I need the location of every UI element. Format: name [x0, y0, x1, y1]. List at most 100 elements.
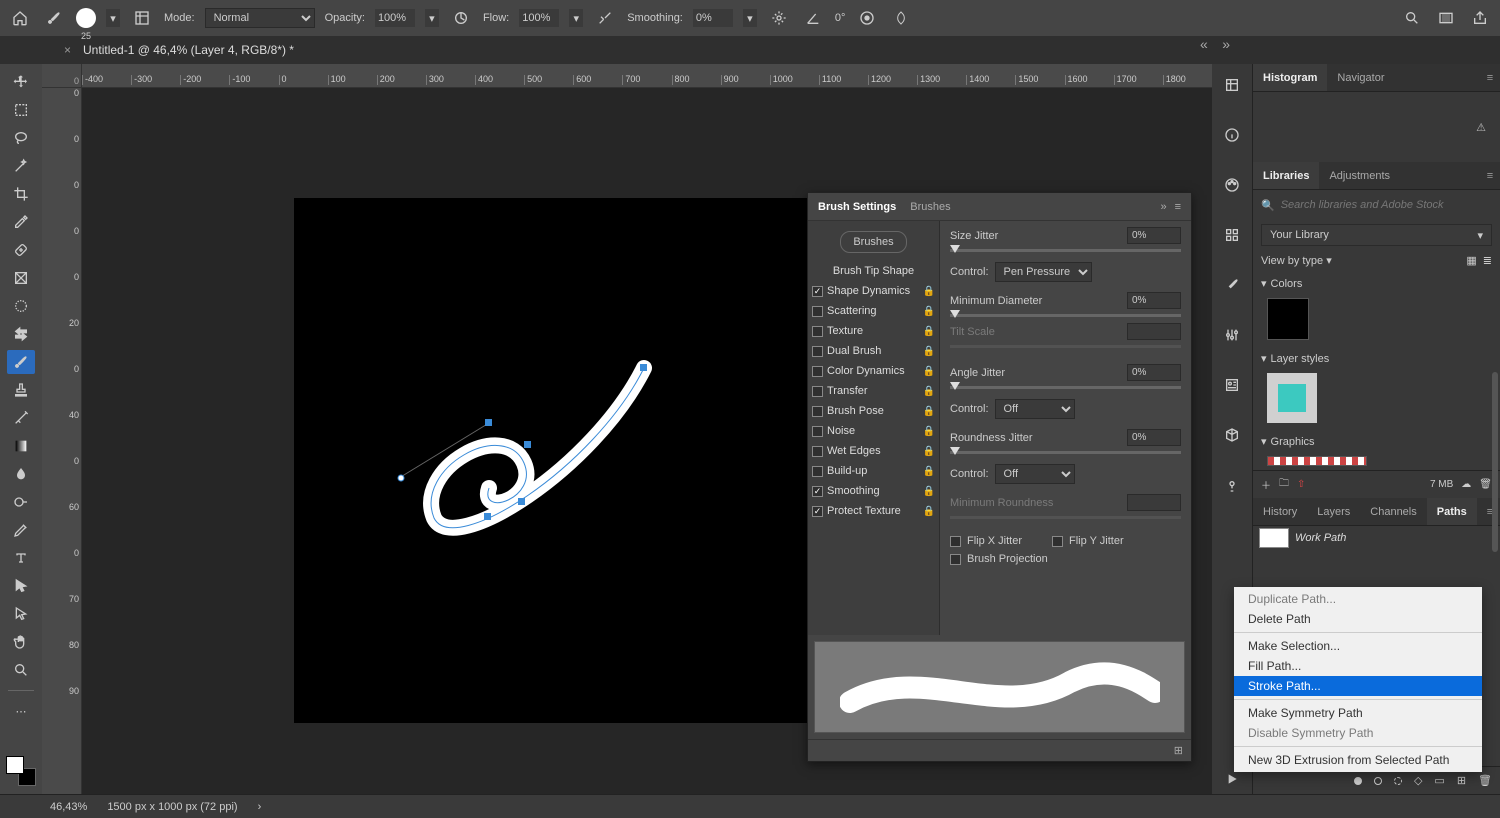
- lock-icon[interactable]: 🔒: [923, 306, 935, 317]
- checkbox[interactable]: [812, 426, 823, 437]
- brush-option-texture[interactable]: Texture🔒: [808, 321, 939, 341]
- info-panel-icon[interactable]: [1220, 120, 1244, 150]
- lock-icon[interactable]: 🔒: [923, 346, 935, 357]
- brush-option-build-up[interactable]: Build-up🔒: [808, 461, 939, 481]
- grid-view-icon[interactable]: ▦: [1466, 254, 1476, 267]
- learn-panel-icon[interactable]: [1220, 470, 1244, 500]
- selection-from-path-icon[interactable]: [1394, 777, 1402, 785]
- layer-style-item[interactable]: [1267, 373, 1317, 423]
- checkbox[interactable]: [812, 486, 823, 497]
- selection-tool[interactable]: [7, 294, 35, 318]
- brush-tip-shape[interactable]: Brush Tip Shape: [808, 257, 939, 281]
- view-by-label[interactable]: View by type: [1261, 255, 1323, 267]
- opacity-input[interactable]: [375, 9, 415, 27]
- checkbox[interactable]: [812, 306, 823, 317]
- zoom-tool[interactable]: [7, 658, 35, 682]
- character-panel-icon[interactable]: [1220, 370, 1244, 400]
- brushes-panel-icon[interactable]: [1220, 270, 1244, 300]
- canvas[interactable]: [294, 198, 844, 723]
- ruler-vertical[interactable]: 00000200400600708090: [42, 88, 82, 794]
- work-path-row[interactable]: Work Path: [1253, 526, 1500, 550]
- dodge-tool[interactable]: [7, 490, 35, 514]
- lock-icon[interactable]: 🔒: [923, 446, 935, 457]
- tab-libraries[interactable]: Libraries: [1253, 162, 1319, 189]
- adjustments-panel-icon[interactable]: [1220, 320, 1244, 350]
- graphics-section[interactable]: ▾Graphics: [1253, 429, 1500, 454]
- blur-tool[interactable]: [7, 462, 35, 486]
- 3d-panel-icon[interactable]: [1220, 420, 1244, 450]
- stamp-tool[interactable]: [7, 378, 35, 402]
- document-tab[interactable]: × Untitled-1 @ 46,4% (Layer 4, RGB/8*) *: [54, 39, 304, 61]
- path-select-tool[interactable]: [7, 574, 35, 598]
- graphics-item[interactable]: [1267, 456, 1367, 466]
- checkbox[interactable]: [812, 286, 823, 297]
- scrollbar[interactable]: [1492, 372, 1498, 552]
- lock-icon[interactable]: 🔒: [923, 426, 935, 437]
- brush-option-noise[interactable]: Noise🔒: [808, 421, 939, 441]
- new-preset-icon[interactable]: ⊞: [1174, 744, 1183, 757]
- close-tab-icon[interactable]: ×: [64, 43, 71, 57]
- ctx-make-selection[interactable]: Make Selection...: [1234, 636, 1482, 656]
- min-diameter-slider[interactable]: [950, 314, 1181, 317]
- brush-panel-icon[interactable]: [130, 6, 154, 30]
- panel-menu-icon[interactable]: ≡: [1480, 64, 1500, 91]
- library-select[interactable]: Your Library▾: [1261, 224, 1492, 246]
- ctx-delete-path[interactable]: Delete Path: [1234, 609, 1482, 629]
- tab-history[interactable]: History: [1253, 498, 1307, 525]
- swatches-panel-icon[interactable]: [1220, 220, 1244, 250]
- panel-menu-icon[interactable]: ≡: [1480, 162, 1500, 189]
- lock-icon[interactable]: 🔒: [923, 506, 935, 517]
- mask-icon[interactable]: ▭: [1434, 774, 1444, 787]
- symmetry-icon[interactable]: [889, 6, 913, 30]
- tab-adjustments[interactable]: Adjustments: [1319, 162, 1400, 189]
- hand-tool[interactable]: [7, 630, 35, 654]
- warning-icon[interactable]: ⚠: [1476, 121, 1486, 134]
- brush-icon[interactable]: [42, 6, 66, 30]
- chevron-down-icon[interactable]: ▾: [569, 9, 583, 27]
- expand-left-icon[interactable]: «: [1200, 36, 1208, 52]
- lock-icon[interactable]: 🔒: [923, 366, 935, 377]
- edit-toolbar-icon[interactable]: ⋯: [7, 699, 35, 723]
- size-jitter-slider[interactable]: [950, 249, 1181, 252]
- ctx-fill-path[interactable]: Fill Path...: [1234, 656, 1482, 676]
- direct-select-tool[interactable]: [7, 602, 35, 626]
- colors-section[interactable]: ▾Colors: [1253, 271, 1500, 296]
- ctx-stroke-path[interactable]: Stroke Path...: [1234, 676, 1482, 696]
- tab-brushes[interactable]: Brushes: [910, 201, 950, 213]
- list-view-icon[interactable]: ≣: [1483, 254, 1492, 267]
- pressure-opacity-icon[interactable]: [449, 6, 473, 30]
- brush-option-brush-pose[interactable]: Brush Pose🔒: [808, 401, 939, 421]
- roundness-jitter-slider[interactable]: [950, 451, 1181, 454]
- move-tool[interactable]: [7, 70, 35, 94]
- tab-brush-settings[interactable]: Brush Settings: [818, 201, 896, 213]
- trash-icon[interactable]: 🗑: [1479, 479, 1492, 490]
- zoom-level[interactable]: 46,43%: [50, 801, 87, 813]
- ctx-make-symmetry[interactable]: Make Symmetry Path: [1234, 703, 1482, 723]
- collapse-icon[interactable]: »: [1160, 201, 1166, 213]
- lock-icon[interactable]: 🔒: [923, 466, 935, 477]
- brush-option-wet-edges[interactable]: Wet Edges🔒: [808, 441, 939, 461]
- brush-preview[interactable]: 25: [76, 8, 96, 28]
- lock-icon[interactable]: 🔒: [923, 326, 935, 337]
- tab-histogram[interactable]: Histogram: [1253, 64, 1327, 91]
- checkbox[interactable]: [812, 506, 823, 517]
- trash-icon[interactable]: 🗑: [1478, 774, 1492, 787]
- control-select-3[interactable]: Off: [995, 464, 1075, 484]
- frame-tool[interactable]: [7, 266, 35, 290]
- airbrush-icon[interactable]: [593, 6, 617, 30]
- flow-input[interactable]: [519, 9, 559, 27]
- angle-jitter-value[interactable]: 0%: [1127, 364, 1181, 381]
- color-panel-icon[interactable]: [1220, 170, 1244, 200]
- folder-icon[interactable]: 🗀: [1279, 476, 1289, 493]
- document-dimensions[interactable]: 1500 px x 1000 px (72 ppi): [107, 801, 237, 813]
- brush-tool[interactable]: [7, 350, 35, 374]
- properties-panel-icon[interactable]: [1220, 70, 1244, 100]
- brush-option-transfer[interactable]: Transfer🔒: [808, 381, 939, 401]
- checkbox[interactable]: [812, 446, 823, 457]
- path-from-selection-icon[interactable]: ◇: [1414, 774, 1422, 787]
- expand-right-icon[interactable]: »: [1222, 36, 1230, 52]
- panel-menu-icon[interactable]: ≡: [1175, 201, 1181, 213]
- cloud-icon[interactable]: ☁: [1461, 479, 1471, 490]
- brushes-button[interactable]: Brushes: [840, 231, 906, 253]
- fill-path-icon[interactable]: [1354, 777, 1362, 785]
